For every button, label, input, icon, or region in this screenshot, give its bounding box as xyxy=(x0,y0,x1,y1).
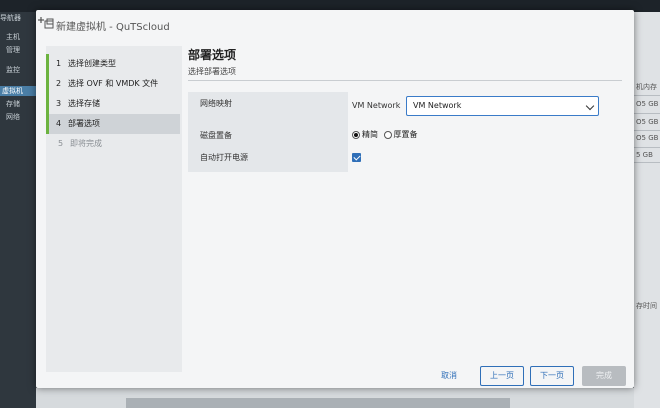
auto-power-on-label: 自动打开电源 xyxy=(200,152,248,163)
background-right-panel xyxy=(634,12,660,408)
background-nav-item: 监控 xyxy=(6,65,20,75)
step-select-creation-type[interactable]: 1选择创建类型 xyxy=(46,54,180,74)
background-right-text: O5 GB xyxy=(636,134,658,142)
background-right-text: O5 GB xyxy=(636,100,658,108)
page-title: 部署选项 xyxy=(188,46,236,63)
page-subtitle: 选择部署选项 xyxy=(188,66,236,77)
thick-radio-label[interactable]: 厚置备 xyxy=(394,130,418,139)
step-label: 部署选项 xyxy=(68,119,100,128)
background-right-text: O5 GB xyxy=(636,118,658,126)
step-number: 3 xyxy=(56,94,68,114)
step-label: 即将完成 xyxy=(70,139,102,148)
background-right-divider xyxy=(634,162,660,163)
background-right-divider xyxy=(634,95,660,96)
thick-radio[interactable] xyxy=(384,131,392,139)
divider xyxy=(188,80,622,81)
background-nav-item: 网络 xyxy=(6,112,20,122)
vm-network-select[interactable]: VM Network xyxy=(406,96,599,116)
back-button[interactable]: 上一页 xyxy=(480,366,524,386)
background-right-divider xyxy=(634,130,660,131)
step-number: 1 xyxy=(56,54,68,74)
step-label: 选择存储 xyxy=(68,99,100,108)
step-label: 选择 OVF 和 VMDK 文件 xyxy=(68,79,158,88)
step-select-ovf-vmdk[interactable]: 2选择 OVF 和 VMDK 文件 xyxy=(46,74,180,94)
background-right-text: 5 GB xyxy=(636,151,653,159)
next-button[interactable]: 下一页 xyxy=(530,366,574,386)
auto-power-on-checkbox[interactable] xyxy=(352,153,361,162)
background-nav-item: 主机 xyxy=(6,32,20,42)
thin-radio[interactable] xyxy=(352,131,360,139)
background-right-divider xyxy=(634,113,660,114)
background-nav-item: 管理 xyxy=(6,45,20,55)
wizard-steps: 1选择创建类型 2选择 OVF 和 VMDK 文件 3选择存储 4部署选项 5即… xyxy=(46,46,182,372)
step-select-storage[interactable]: 3选择存储 xyxy=(46,94,180,114)
background-nav-item: 导航器 xyxy=(0,13,21,23)
step-number: 5 xyxy=(58,134,70,154)
cancel-button[interactable]: 取消 xyxy=(432,366,466,386)
new-vm-dialog: 新建虚拟机 - QuTScloud 1选择创建类型 2选择 OVF 和 VMDK… xyxy=(36,10,634,388)
thin-radio-label[interactable]: 精简 xyxy=(362,130,378,139)
chevron-down-icon xyxy=(586,102,594,110)
background-nav-item: 虚拟机 xyxy=(0,86,36,96)
dialog-header: 新建虚拟机 - QuTScloud xyxy=(36,10,634,40)
background-right-divider xyxy=(634,147,660,148)
network-mapping-label: 网络映射 xyxy=(200,98,232,109)
background-scrollbar xyxy=(126,398,510,408)
background-right-text: 存时间 xyxy=(636,301,657,311)
background-nav-item: 存储 xyxy=(6,99,20,109)
dialog-title: 新建虚拟机 - QuTScloud xyxy=(56,18,170,33)
finish-button[interactable]: 完成 xyxy=(582,366,626,386)
step-label: 选择创建类型 xyxy=(68,59,116,68)
new-vm-icon xyxy=(38,16,54,30)
step-deployment-options[interactable]: 4部署选项 xyxy=(46,114,180,134)
vm-network-source-label: VM Network xyxy=(352,101,400,110)
disk-provisioning-label: 磁盘置备 xyxy=(200,130,232,141)
step-ready-to-complete[interactable]: 5即将完成 xyxy=(48,134,182,154)
background-right-text: 机内存 xyxy=(636,82,657,92)
step-number: 2 xyxy=(56,74,68,94)
step-number: 4 xyxy=(56,114,68,134)
disk-provisioning-options: 精简 厚置备 xyxy=(352,129,421,141)
vm-network-select-value: VM Network xyxy=(413,101,461,110)
